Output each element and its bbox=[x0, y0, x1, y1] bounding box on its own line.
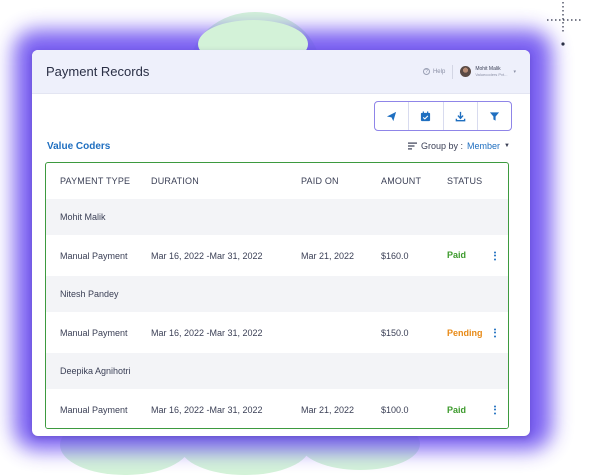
column-header-duration[interactable]: DURATION bbox=[151, 176, 199, 186]
member-name: Nitesh Pandey bbox=[60, 289, 119, 299]
duration-cell: Mar 16, 2022 -Mar 31, 2022 bbox=[151, 327, 263, 338]
table-row[interactable]: Manual Payment Mar 16, 2022 -Mar 31, 202… bbox=[46, 312, 508, 353]
help-icon: ? bbox=[422, 68, 430, 75]
group-by-dropdown[interactable]: Group by : Member ▼ bbox=[408, 141, 510, 151]
payment-type-cell: Manual Payment bbox=[60, 250, 128, 261]
table-row[interactable]: Manual Payment Mar 16, 2022 -Mar 31, 202… bbox=[46, 389, 508, 428]
filter-button[interactable] bbox=[478, 102, 511, 130]
amount-cell: $150.0 bbox=[381, 327, 409, 338]
member-name: Deepika Agnihotri bbox=[60, 366, 131, 376]
card-header: Payment Records ? Help Mohit Malik Value… bbox=[32, 50, 530, 94]
more-options-icon[interactable] bbox=[494, 251, 496, 260]
table-row[interactable]: Manual Payment Mar 16, 2022 -Mar 31, 202… bbox=[46, 235, 508, 276]
send-button[interactable] bbox=[375, 102, 410, 130]
column-header-paid-on[interactable]: PAID ON bbox=[301, 176, 339, 186]
paid-on-cell: Mar 21, 2022 bbox=[301, 250, 355, 261]
group-row: Deepika Agnihotri bbox=[46, 353, 508, 389]
group-by-label: Group by : bbox=[421, 141, 464, 151]
calendar-check-icon bbox=[421, 110, 431, 121]
help-label: Help bbox=[432, 68, 446, 75]
group-row: Nitesh Pandey bbox=[46, 276, 508, 312]
chevron-down-icon: ▾ bbox=[513, 68, 516, 75]
table-header-row: PAYMENT TYPE DURATION PAID ON AMOUNT STA… bbox=[46, 163, 508, 199]
member-name: Mohit Malik bbox=[60, 212, 106, 222]
duration-cell: Mar 16, 2022 -Mar 31, 2022 bbox=[151, 404, 263, 415]
group-row: Mohit Malik bbox=[46, 199, 508, 235]
header-divider bbox=[452, 64, 454, 79]
calendar-button[interactable] bbox=[409, 102, 444, 130]
payments-table: PAYMENT TYPE DURATION PAID ON AMOUNT STA… bbox=[45, 162, 509, 429]
column-header-payment-type[interactable]: PAYMENT TYPE bbox=[60, 176, 130, 186]
amount-cell: $100.0 bbox=[381, 404, 409, 415]
send-icon bbox=[387, 111, 397, 121]
more-options-icon[interactable] bbox=[494, 405, 496, 414]
status-badge: Paid bbox=[447, 250, 467, 260]
page-title: Payment Records bbox=[46, 64, 150, 79]
status-badge: Pending bbox=[447, 327, 483, 338]
section-title: Value Coders bbox=[47, 141, 111, 152]
download-icon bbox=[455, 111, 465, 121]
payment-type-cell: Manual Payment bbox=[60, 404, 128, 415]
payment-records-card: Payment Records ? Help Mohit Malik Value… bbox=[32, 50, 530, 436]
user-menu[interactable]: Mohit Malik Valuecoders Pvt... ▾ bbox=[460, 66, 516, 77]
help-link[interactable]: ? Help bbox=[422, 68, 446, 75]
column-header-amount[interactable]: AMOUNT bbox=[381, 176, 421, 186]
filter-icon bbox=[489, 111, 499, 121]
status-badge: Paid bbox=[447, 405, 467, 415]
user-company: Valuecoders Pvt... bbox=[475, 72, 508, 77]
paid-on-cell: Mar 21, 2022 bbox=[301, 404, 355, 415]
sort-lines-icon bbox=[408, 142, 417, 150]
avatar bbox=[460, 66, 472, 77]
download-button[interactable] bbox=[444, 102, 478, 130]
action-toolbar bbox=[374, 101, 512, 131]
group-by-value: Member bbox=[467, 141, 501, 151]
column-header-status[interactable]: STATUS bbox=[447, 176, 482, 186]
more-options-icon[interactable] bbox=[494, 328, 496, 337]
sparkle-icon bbox=[547, 2, 581, 46]
caret-down-icon: ▼ bbox=[504, 143, 510, 149]
duration-cell: Mar 16, 2022 -Mar 31, 2022 bbox=[151, 250, 263, 261]
amount-cell: $160.0 bbox=[381, 250, 409, 261]
payment-type-cell: Manual Payment bbox=[60, 327, 128, 338]
